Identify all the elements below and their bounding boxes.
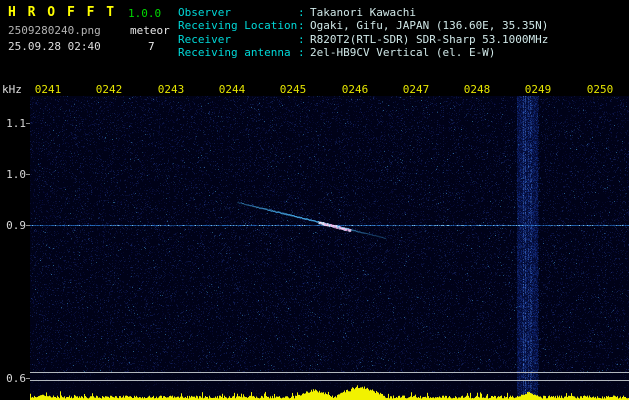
observation-info-panel: Observer: Takanori Kawachi Receiving Loca… — [178, 6, 618, 60]
info-value-receiver: R820T2(RTL-SDR) SDR-Sharp 53.1000MHz — [310, 32, 549, 46]
freq-label-1.0: 1.0 — [6, 168, 26, 181]
info-label-observer: Observer — [178, 6, 231, 19]
info-colon: : — [298, 19, 305, 33]
app-version: 1.0.0 — [128, 7, 162, 20]
info-value-observer: Takanori Kawachi — [310, 6, 416, 19]
freq-label-0.6: 0.6 — [6, 372, 26, 385]
frequency-unit-label: kHz — [2, 83, 22, 96]
info-label-antenna: Receiving antenna — [178, 46, 291, 60]
time-label-0247: 0247 — [402, 83, 430, 96]
output-filename: 2509280240.png — [8, 24, 101, 37]
time-label-0244: 0244 — [218, 83, 246, 96]
observation-datetime: 25.09.28 02:40 — [8, 40, 101, 53]
time-label-0246: 0246 — [341, 83, 369, 96]
spectrogram-canvas — [30, 96, 629, 400]
app-title: H R O F F T — [8, 5, 117, 20]
time-label-0242: 0242 — [95, 83, 123, 96]
info-colon: : — [298, 6, 305, 19]
mode-label: meteor — [130, 24, 170, 37]
time-label-0245: 0245 — [279, 83, 307, 96]
time-label-0248: 0248 — [463, 83, 491, 96]
freq-label-1.1: 1.1 — [6, 117, 26, 130]
time-label-0243: 0243 — [157, 83, 185, 96]
hrofft-output: { "app": { "title": "H R O F F T", "vers… — [0, 0, 629, 400]
info-label-location: Receiving Location — [178, 19, 298, 33]
freq-label-0.9: 0.9 — [6, 219, 26, 232]
info-colon: : — [298, 32, 305, 46]
time-label-0249: 0249 — [524, 83, 552, 96]
time-label-0250: 0250 — [586, 83, 614, 96]
info-colon: : — [298, 46, 305, 60]
echo-count: 7 — [148, 40, 155, 53]
time-label-0241: 0241 — [34, 83, 62, 96]
info-label-receiver: Receiver — [178, 32, 231, 46]
info-value-location: Ogaki, Gifu, JAPAN (136.60E, 35.35N) — [310, 19, 549, 33]
info-value-antenna: 2el-HB9CV Vertical (el. E-W) — [310, 46, 496, 60]
